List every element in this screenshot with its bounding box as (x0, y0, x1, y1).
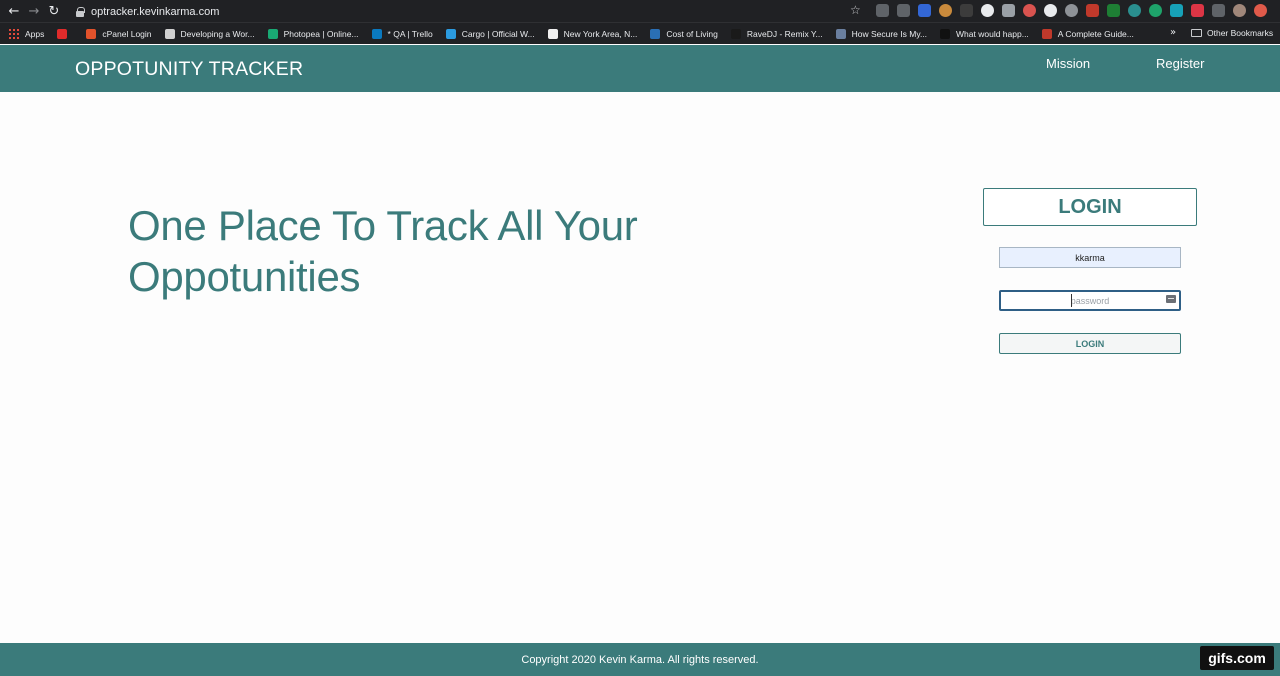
bookmark-item[interactable]: cPanel Login (86, 28, 152, 39)
bookmarks-bar: Apps cPanel Login Developing a Wor... Ph… (0, 22, 1280, 44)
extension-icon[interactable] (1191, 4, 1204, 17)
gifs-watermark-logo: gifs.com (1200, 646, 1274, 670)
extension-icon[interactable] (1044, 4, 1057, 17)
profile-avatar-icon[interactable] (1233, 4, 1246, 17)
extension-icon[interactable] (960, 4, 973, 17)
text-cursor-icon (1071, 294, 1074, 307)
back-arrow-icon[interactable]: ← (4, 0, 24, 22)
extension-icon[interactable] (1212, 4, 1225, 17)
extension-icon[interactable] (1128, 4, 1141, 17)
extension-icon[interactable] (918, 4, 931, 17)
bookmark-item[interactable]: Cost of Living (650, 28, 718, 39)
extension-icon[interactable] (1002, 4, 1015, 17)
site-footer: Copyright 2020 Kevin Karma. All rights r… (0, 643, 1280, 676)
url-text[interactable]: optracker.kevinkarma.com (91, 6, 219, 18)
extension-icon[interactable] (1086, 4, 1099, 17)
photopea-icon (267, 28, 278, 39)
bookmark-item[interactable] (57, 28, 73, 39)
extension-icon[interactable] (981, 4, 994, 17)
bookmark-item[interactable]: Photopea | Online... (267, 28, 359, 39)
extension-icon[interactable] (897, 4, 910, 17)
update-icon[interactable] (1254, 4, 1267, 17)
password-input[interactable] (999, 290, 1181, 311)
nav-mission-link[interactable]: Mission (1046, 56, 1090, 71)
extension-icon[interactable] (1170, 4, 1183, 17)
bookmark-item[interactable]: A Complete Guide... (1041, 28, 1134, 39)
hero-line-1: One Place To Track All Your (128, 202, 638, 249)
bookmark-apps[interactable]: Apps (9, 28, 44, 39)
address-bar[interactable]: optracker.kevinkarma.com (76, 3, 219, 20)
cargo-icon (445, 28, 456, 39)
extension-icon[interactable] (1107, 4, 1120, 17)
extension-icon[interactable] (1023, 4, 1036, 17)
bookmark-star-icon[interactable]: ☆ (850, 3, 861, 17)
lock-icon (76, 6, 85, 17)
nav-register-link[interactable]: Register (1156, 56, 1204, 71)
login-button[interactable]: LOGIN (999, 333, 1181, 354)
bookmark-item[interactable]: New York Area, N... (547, 28, 637, 39)
copyright-text: Copyright 2020 Kevin Karma. All rights r… (521, 653, 759, 666)
username-input[interactable] (999, 247, 1181, 268)
security-icon (835, 28, 846, 39)
browser-toolbar: ← → ↻ optracker.kevinkarma.com ☆ (0, 0, 1280, 22)
other-bookmarks[interactable]: Other Bookmarks (1191, 28, 1273, 38)
extension-icon[interactable] (939, 4, 952, 17)
trello-icon (371, 28, 382, 39)
bookmark-item[interactable]: * QA | Trello (371, 28, 433, 39)
hero-line-2: Oppotunities (128, 253, 361, 300)
folder-icon (1191, 29, 1202, 37)
cpanel-icon (86, 28, 97, 39)
youtube-icon (57, 28, 68, 39)
extensions-bar (876, 4, 1267, 17)
hero-heading: One Place To Track All Your Oppotunities (128, 200, 728, 302)
login-heading: LOGIN (983, 188, 1197, 226)
brand-title[interactable]: OPPOTUNITY TRACKER (75, 58, 303, 81)
page-icon (940, 28, 951, 39)
bookmark-item[interactable]: How Secure Is My... (835, 28, 927, 39)
ravedj-icon (730, 28, 741, 39)
bookmark-item[interactable]: Cargo | Official W... (445, 28, 535, 39)
bookmark-item[interactable]: RaveDJ - Remix Y... (730, 28, 823, 39)
cost-of-living-icon (650, 28, 661, 39)
bookmark-item[interactable]: What would happ... (940, 28, 1029, 39)
forward-arrow-icon[interactable]: → (24, 0, 44, 22)
extension-icon[interactable] (1065, 4, 1078, 17)
bookmark-item[interactable]: Developing a Wor... (164, 28, 255, 39)
reload-icon[interactable]: ↻ (44, 0, 64, 22)
amazon-icon (547, 28, 558, 39)
extension-icon[interactable] (876, 4, 889, 17)
password-manager-key-icon[interactable] (1166, 295, 1176, 303)
guide-icon (1041, 28, 1052, 39)
page-icon (164, 28, 175, 39)
site-header: OPPOTUNITY TRACKER Mission Register (0, 45, 1280, 92)
more-bookmarks-chevron-icon[interactable]: » (1170, 27, 1176, 38)
extension-icon[interactable] (1149, 4, 1162, 17)
apps-grid-icon (9, 28, 19, 39)
